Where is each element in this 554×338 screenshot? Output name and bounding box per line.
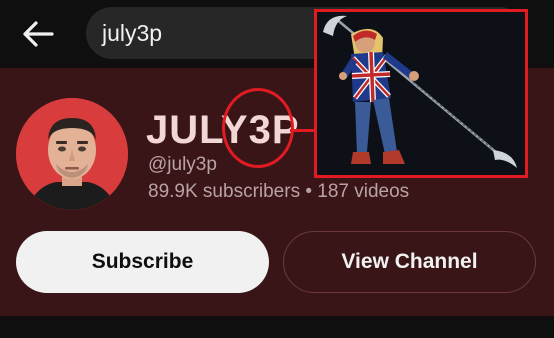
view-channel-button[interactable]: View Channel — [283, 231, 536, 293]
character-artwork — [317, 12, 525, 175]
avatar[interactable] — [16, 98, 128, 210]
subscribe-button[interactable]: Subscribe — [16, 231, 269, 293]
back-button[interactable] — [16, 12, 60, 56]
arrow-left-icon — [23, 21, 54, 47]
avatar-image — [16, 98, 128, 210]
channel-stats: 89.9K subscribers • 187 videos — [148, 181, 410, 202]
annotation-connector — [290, 129, 314, 132]
annotation-inset-image — [314, 9, 528, 178]
search-query-text: july3p — [102, 20, 163, 46]
channel-handle: @july3p — [148, 154, 217, 175]
annotation-circle — [222, 88, 294, 168]
